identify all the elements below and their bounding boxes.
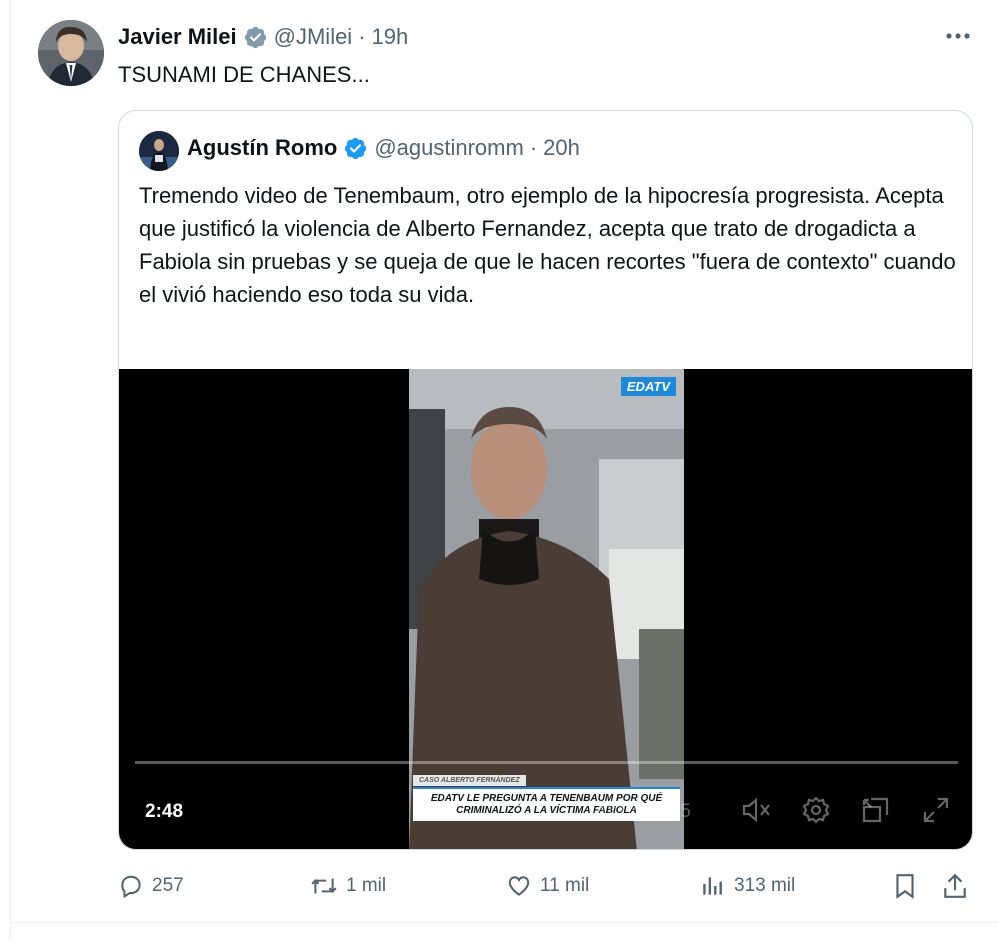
- dot-separator: ·: [358, 24, 366, 49]
- verified-badge-icon: [244, 26, 266, 48]
- bookmark-icon: [896, 874, 914, 899]
- divider: [10, 922, 997, 923]
- tweet[interactable]: Javier Milei @JMilei · 19h TSUNAMI DE CH…: [0, 0, 997, 940]
- quoted-author-handle[interactable]: @agustinromm: [374, 135, 524, 161]
- channel-logo: EDATV: [620, 377, 676, 396]
- more-icon: [946, 33, 970, 39]
- author-name[interactable]: Javier Milei: [118, 24, 237, 50]
- quoted-tweet-text: Tremendo video de Tenembaum, otro ejempl…: [139, 183, 956, 307]
- repost-icon: [311, 878, 337, 894]
- mute-icon: [742, 797, 770, 823]
- share-icon: [944, 873, 966, 898]
- repost-count: 1 mil: [346, 875, 387, 896]
- like-count: 11 mil: [540, 875, 590, 896]
- fullscreen-button[interactable]: [919, 793, 953, 827]
- verified-badge-icon: [345, 137, 367, 159]
- video-elapsed-time: 0:17 / 2:55: [601, 801, 691, 822]
- like-button[interactable]: 11 mil: [506, 866, 589, 906]
- tweet-actions: 257 1 mil 11 mil 313 mil: [118, 866, 973, 906]
- quoted-tweet-timestamp[interactable]: 20h: [543, 135, 580, 161]
- quoted-author-avatar[interactable]: [139, 131, 179, 171]
- mute-button[interactable]: [739, 793, 773, 827]
- reply-icon: [121, 875, 141, 899]
- dot-separator: ·: [529, 135, 538, 160]
- picture-in-picture-button[interactable]: [859, 793, 893, 827]
- heart-icon: [508, 876, 530, 896]
- fullscreen-icon: [923, 797, 949, 823]
- quoted-author-name[interactable]: Agustín Romo: [187, 135, 337, 161]
- quoted-tweet-header: Agustín Romo @agustinromm · 20h: [187, 135, 580, 161]
- divider: [10, 0, 11, 940]
- bookmark-button[interactable]: [892, 866, 918, 906]
- tweet-text: TSUNAMI DE CHANES...: [118, 62, 370, 87]
- video-frame: EDATV CASO ALBERTO FERNÁNDEZ EDATV LE PR…: [409, 369, 684, 849]
- pip-icon: [862, 797, 889, 823]
- video-controls: [739, 793, 953, 827]
- chyron-tag: CASO ALBERTO FERNÁNDEZ: [413, 775, 526, 786]
- reply-button[interactable]: 257: [118, 866, 184, 906]
- analytics-icon: [703, 877, 722, 895]
- more-options-button[interactable]: [940, 22, 976, 50]
- settings-icon: [802, 796, 830, 824]
- settings-button[interactable]: [799, 793, 833, 827]
- video-duration: 2:48: [145, 801, 184, 822]
- author-avatar[interactable]: [38, 20, 104, 86]
- quoted-tweet[interactable]: Agustín Romo @agustinromm · 20h Tremendo…: [118, 110, 973, 850]
- reply-count: 257: [152, 875, 184, 896]
- view-count: 313 mil: [734, 875, 796, 896]
- share-button[interactable]: [942, 866, 968, 906]
- repost-button[interactable]: 1 mil: [310, 866, 386, 906]
- tweet-header: Javier Milei @JMilei · 19h: [118, 20, 408, 54]
- video-progress-bar[interactable]: [135, 761, 958, 764]
- author-handle[interactable]: @JMilei: [274, 24, 353, 50]
- views-button[interactable]: 313 mil: [700, 866, 795, 906]
- tweet-timestamp[interactable]: 19h: [372, 24, 409, 50]
- video-player[interactable]: EDATV CASO ALBERTO FERNÁNDEZ EDATV LE PR…: [119, 369, 972, 849]
